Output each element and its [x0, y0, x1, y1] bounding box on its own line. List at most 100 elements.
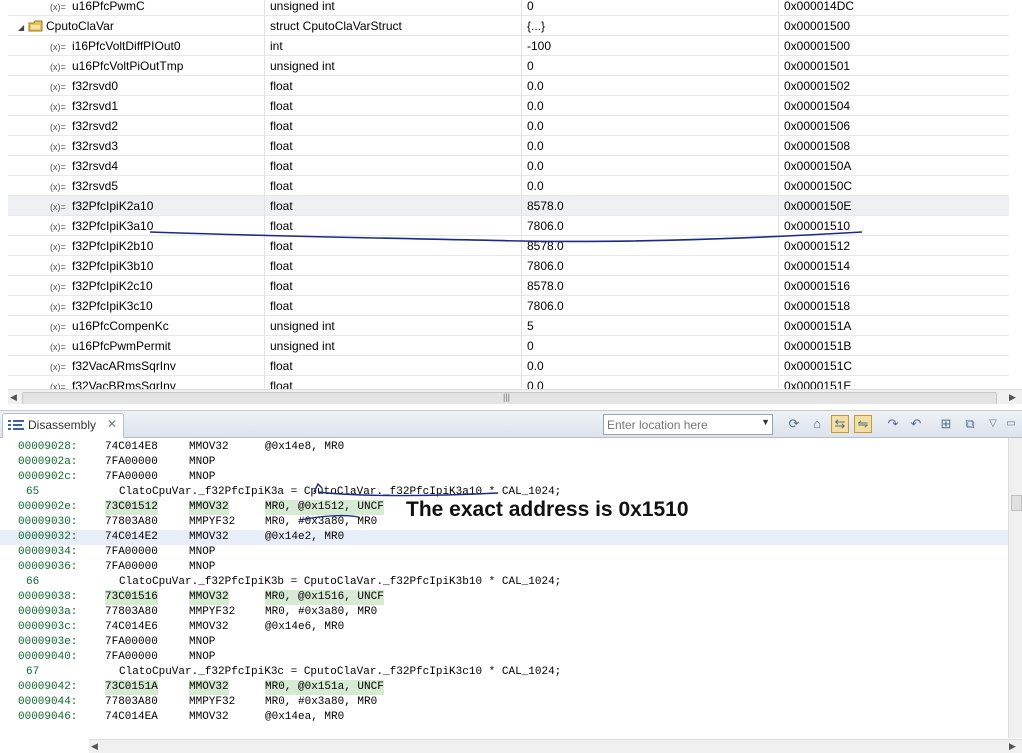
variable-name-cell[interactable]: (x)= u16PfcVoltPiOutTmp: [8, 56, 306, 76]
variable-name-cell[interactable]: (x)= f32PfcIpiK3c10: [8, 296, 306, 316]
variable-name-cell[interactable]: (x)= f32PfcIpiK3b10: [8, 256, 306, 276]
instruction-line[interactable]: 00009034: 7FA00000 MNOP: [0, 545, 1008, 560]
variable-value[interactable]: 0.0: [527, 96, 777, 116]
variable-name-cell[interactable]: (x)= i16PfcVoltDiffPIOut0: [8, 36, 306, 56]
instruction-line[interactable]: 0000902c: 7FA00000 MNOP: [0, 470, 1008, 485]
variable-value[interactable]: 0.0: [527, 76, 777, 96]
step-icon[interactable]: ↷: [884, 415, 902, 433]
variable-name-cell[interactable]: ◢ CputoClaVar: [8, 16, 274, 36]
variable-name-cell[interactable]: (x)= u16PfcPwmPermit: [8, 336, 306, 356]
variable-name-cell[interactable]: (x)= f32PfcIpiK2c10: [8, 276, 306, 296]
location-input[interactable]: [604, 415, 760, 434]
instruction-line[interactable]: 00009036: 7FA00000 MNOP: [0, 560, 1008, 575]
scroll-right-icon[interactable]: ▶: [1009, 392, 1016, 403]
variable-value[interactable]: 8578.0: [527, 196, 777, 216]
variable-name-cell[interactable]: (x)= f32PfcIpiK3a10: [8, 216, 306, 236]
variable-row[interactable]: (x)= f32PfcIpiK2b10 float 8578.0 0x00001512: [8, 236, 1009, 256]
variable-value[interactable]: 0.0: [527, 116, 777, 136]
variable-row[interactable]: (x)= f32VacARmsSqrInv float 0.0 0x0000151C: [8, 356, 1009, 376]
variable-row[interactable]: (x)= f32PfcIpiK3a10 float 7806.0 0x00001510: [8, 216, 1009, 236]
instruction-line[interactable]: 0000903a: 77803A80 MMPYF32 MR0, #0x3a80, MR…: [0, 605, 1008, 620]
instruction-line[interactable]: 00009046: 74C014EA MMOV32 @0x14ea, MR0: [0, 710, 1008, 725]
variable-row[interactable]: (x)= f32PfcIpiK2a10 float 8578.0 0x0000150E: [8, 196, 1009, 216]
variable-value[interactable]: 8578.0: [527, 276, 777, 296]
source-line[interactable]: 66 ClatoCpuVar._f32PfcIpiK3b = CputoClaVa…: [0, 575, 1008, 590]
variable-name-cell[interactable]: (x)= f32rsvd3: [8, 136, 306, 156]
variable-value[interactable]: 0: [527, 56, 777, 76]
variable-row[interactable]: (x)= f32rsvd2 float 0.0 0x00001506: [8, 116, 1009, 136]
instruction-line[interactable]: 00009040: 7FA00000 MNOP: [0, 650, 1008, 665]
variable-row[interactable]: (x)= f32rsvd5 float 0.0 0x0000150C: [8, 176, 1009, 196]
variable-value[interactable]: 0.0: [527, 136, 777, 156]
variable-value[interactable]: 0.0: [527, 356, 777, 376]
variable-row[interactable]: (x)= u16PfcCompenKc unsigned int 5 0x0000151…: [8, 316, 1009, 336]
source-line[interactable]: 67 ClatoCpuVar._f32PfcIpiK3c = CputoClaVa…: [0, 665, 1008, 680]
instruction-line[interactable]: 0000902a: 7FA00000 MNOP: [0, 455, 1008, 470]
variable-name-cell[interactable]: (x)= f32VacARmsSqrInv: [8, 356, 306, 376]
scroll-left-icon[interactable]: ◀: [10, 392, 17, 403]
instruction-line[interactable]: 00009042: 73C0151A MMOV32 MR0, @0x151a, UNC…: [0, 680, 1008, 695]
variable-value[interactable]: 7806.0: [527, 256, 777, 276]
struct-row[interactable]: ◢ CputoClaVar struct CputoClaVarStruct {...…: [8, 16, 1009, 36]
step-back-icon[interactable]: ↶: [907, 415, 925, 433]
variable-name-cell[interactable]: (x)= u16PfcPwmC: [8, 0, 306, 16]
instruction-line[interactable]: 0000903c: 74C014E6 MMOV32 @0x14e6, MR0: [0, 620, 1008, 635]
home-icon[interactable]: ⌂: [808, 415, 826, 433]
variable-name-cell[interactable]: (x)= f32rsvd4: [8, 156, 306, 176]
variable-row[interactable]: (x)= f32rsvd3 float 0.0 0x00001508: [8, 136, 1009, 156]
instruction-line[interactable]: 00009044: 77803A80 MMPYF32 MR0, #0x3a80, MR…: [0, 695, 1008, 710]
variable-row[interactable]: (x)= f32PfcIpiK2c10 float 8578.0 0x00001516: [8, 276, 1009, 296]
variable-row[interactable]: (x)= f32PfcIpiK3b10 float 7806.0 0x00001514: [8, 256, 1009, 276]
variable-value[interactable]: 5: [527, 316, 777, 336]
variable-name-cell[interactable]: (x)= f32rsvd1: [8, 96, 306, 116]
variable-name-cell[interactable]: (x)= f32PfcIpiK2b10: [8, 236, 306, 256]
chevron-down-icon[interactable]: ◢: [18, 18, 28, 36]
tab-disassembly[interactable]: Disassembly ✕: [2, 413, 124, 438]
view-menu-icon[interactable]: ▽: [984, 415, 1002, 433]
instruction-line[interactable]: 00009032: 74C014E2 MMOV32 @0x14e2, MR0: [0, 530, 1008, 545]
instruction-line[interactable]: 00009038: 73C01516 MMOV32 MR0, @0x1516, UNC…: [0, 590, 1008, 605]
column-divider[interactable]: [521, 0, 522, 388]
link-icon[interactable]: ⇆: [831, 415, 849, 433]
variable-name-cell[interactable]: (x)= u16PfcCompenKc: [8, 316, 306, 336]
variable-value[interactable]: 0: [527, 0, 777, 16]
scroll-thumb[interactable]: |||: [22, 392, 997, 404]
variable-row[interactable]: (x)= f32PfcIpiK3c10 float 7806.0 0x00001518: [8, 296, 1009, 316]
scroll-left-icon[interactable]: ◀: [91, 741, 98, 752]
variable-name-cell[interactable]: (x)= f32rsvd5: [8, 176, 306, 196]
instruction-line[interactable]: 0000903e: 7FA00000 MNOP: [0, 635, 1008, 650]
variable-value[interactable]: 7806.0: [527, 296, 777, 316]
variable-row[interactable]: (x)= f32rsvd4 float 0.0 0x0000150A: [8, 156, 1009, 176]
scroll-thumb[interactable]: [1011, 495, 1022, 511]
chevron-down-icon[interactable]: ▼: [761, 417, 770, 427]
location-field[interactable]: ▼: [603, 414, 773, 435]
variable-row[interactable]: (x)= u16PfcPwmPermit unsigned int 0 0x000015…: [8, 336, 1009, 356]
variable-name-cell[interactable]: (x)= f32rsvd2: [8, 116, 306, 136]
variable-row[interactable]: (x)= f32rsvd1 float 0.0 0x00001504: [8, 96, 1009, 116]
variable-row[interactable]: (x)= u16PfcVoltPiOutTmp unsigned int 0 0x000…: [8, 56, 1009, 76]
minimize-icon[interactable]: ▭: [1002, 415, 1020, 433]
scroll-right-icon[interactable]: ▶: [1009, 741, 1016, 752]
variable-name-cell[interactable]: (x)= f32rsvd0: [8, 76, 306, 96]
new-view-icon[interactable]: ⧉: [961, 415, 979, 433]
column-divider[interactable]: [264, 0, 265, 388]
variable-name-cell[interactable]: (x)= f32PfcIpiK2a10: [8, 196, 306, 216]
close-icon[interactable]: ✕: [107, 417, 117, 431]
disassembly-listing[interactable]: 00009028: 74C014E8 MMOV32 @0x14e8, MR0 00009…: [0, 438, 1008, 738]
variable-value[interactable]: 8578.0: [527, 236, 777, 256]
grid-horizontal-scrollbar[interactable]: ◀ ||| ▶: [8, 389, 1022, 404]
pin-icon[interactable]: ⊞: [937, 415, 955, 433]
variable-row[interactable]: (x)= i16PfcVoltDiffPIOut0 int -100 0x0000150…: [8, 36, 1009, 56]
variable-value[interactable]: 7806.0: [527, 216, 777, 236]
variable-value[interactable]: 0: [527, 336, 777, 356]
instruction-line[interactable]: 00009028: 74C014E8 MMOV32 @0x14e8, MR0: [0, 440, 1008, 455]
variable-row[interactable]: (x)= u16PfcPwmC unsigned int 0 0x000014DC: [8, 0, 1009, 16]
variable-value[interactable]: {...}: [527, 16, 777, 36]
variable-value[interactable]: -100: [527, 36, 777, 56]
refresh-icon[interactable]: ⟳: [785, 415, 803, 433]
column-divider[interactable]: [778, 0, 779, 388]
variable-value[interactable]: 0.0: [527, 176, 777, 196]
variable-value[interactable]: 0.0: [527, 156, 777, 176]
variable-row[interactable]: (x)= f32rsvd0 float 0.0 0x00001502: [8, 76, 1009, 96]
sync-icon[interactable]: ⇋: [854, 415, 872, 433]
